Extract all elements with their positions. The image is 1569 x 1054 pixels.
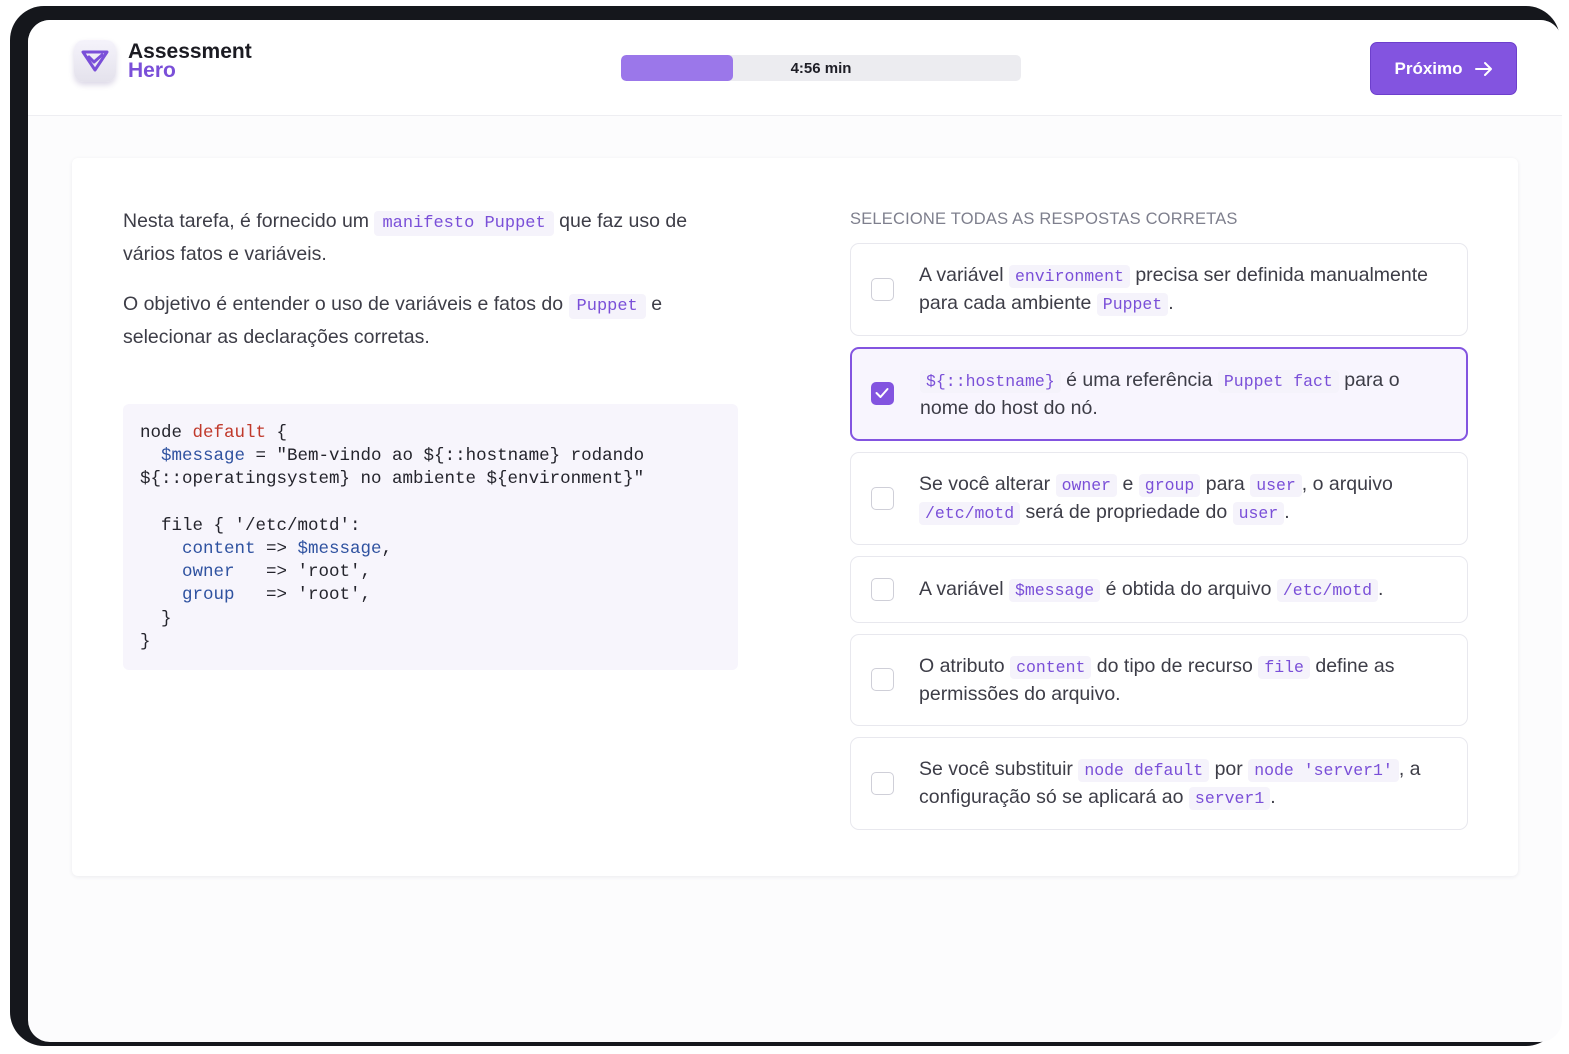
- option-text-part: A variável: [919, 577, 1004, 600]
- code-token: }: [140, 608, 172, 629]
- code-token: =>: [255, 539, 298, 560]
- code-token: = "Bem-vindo ao ${::hostname} rodando: [245, 446, 645, 467]
- option-text-part: , o arquivo: [1301, 472, 1393, 495]
- code-variable: $message: [297, 539, 382, 560]
- shield-check-icon: [81, 50, 109, 72]
- inline-code: owner: [1055, 473, 1118, 497]
- inline-code: ${::hostname}: [920, 370, 1061, 393]
- code-attribute: owner: [182, 562, 235, 583]
- option-text-part: Se você alterar: [919, 472, 1051, 495]
- device-frame: Assessment Hero 4:56 min Próximo Nesta t…: [10, 6, 1562, 1046]
- timer-label: 4:56 min: [790, 59, 852, 77]
- option-text-part: será de propriedade do: [1025, 500, 1228, 523]
- inline-code: user: [1232, 501, 1285, 525]
- inline-code: manifesto Puppet: [374, 211, 554, 236]
- option-text: A variável $message é obtida do arquivo …: [919, 576, 1383, 604]
- inline-code: Puppet: [1096, 292, 1169, 316]
- option-text-part: .: [1270, 785, 1276, 808]
- task-paragraph-1: Nesta tarefa, é fornecido um manifesto P…: [123, 206, 743, 269]
- option-text: A variável environment precisa ser defin…: [919, 262, 1449, 318]
- option-checkbox-checked[interactable]: [871, 382, 894, 405]
- code-token: => 'root',: [234, 562, 372, 583]
- option-text-part: e: [1122, 472, 1134, 495]
- task-description: Nesta tarefa, é fornecido um manifesto P…: [123, 206, 743, 670]
- inline-code: Puppet: [568, 294, 646, 319]
- option-text-part: .: [1168, 291, 1174, 314]
- option-checkbox[interactable]: [871, 277, 894, 301]
- option-text-part: do tipo de recurso: [1096, 655, 1253, 677]
- option-text-part: é obtida do arquivo: [1105, 577, 1272, 600]
- inline-code: environment: [1008, 264, 1130, 288]
- option-checkbox[interactable]: [871, 668, 894, 691]
- logo-line-2: Hero: [128, 59, 176, 82]
- option-text: ${::hostname} é uma referência Puppet fa…: [920, 367, 1448, 421]
- checkmark-icon: [875, 388, 889, 398]
- answer-option-6[interactable]: Se você substituir node default por node…: [850, 737, 1468, 830]
- code-block: node default { $message = "Bem-vindo ao …: [123, 404, 738, 670]
- code-token: ,: [381, 539, 393, 560]
- code-keyword: default: [192, 423, 267, 443]
- option-text-part: é uma referência: [1066, 369, 1213, 391]
- option-text-part: .: [1378, 577, 1384, 600]
- next-button-label: Próximo: [1394, 58, 1463, 78]
- option-text: Se você alterar owner e group para user,…: [919, 471, 1449, 527]
- answer-option-4[interactable]: A variável $message é obtida do arquivo …: [850, 556, 1468, 623]
- task-text: O objetivo é entender o uso de variáveis…: [123, 293, 564, 315]
- option-checkbox[interactable]: [871, 486, 894, 510]
- answer-option-2[interactable]: ${::hostname} é uma referência Puppet fa…: [850, 347, 1468, 441]
- inline-code: group: [1138, 473, 1201, 497]
- inline-code: Puppet fact: [1217, 370, 1339, 393]
- option-text: Se você substituir node default por node…: [919, 756, 1449, 812]
- code-attribute: content: [182, 539, 256, 560]
- arrow-right-icon: [1474, 61, 1492, 76]
- option-text-part: Se você substituir: [919, 757, 1073, 780]
- option-text-part: A variável: [919, 263, 1004, 286]
- top-header: Assessment Hero 4:56 min Próximo: [28, 20, 1562, 116]
- option-checkbox[interactable]: [871, 771, 894, 795]
- option-text-part: por: [1214, 757, 1243, 780]
- option-text: O atributo content do tipo de recurso fi…: [919, 653, 1449, 707]
- instruction-label: SELECIONE TODAS AS RESPOSTAS CORRETAS: [850, 210, 1238, 228]
- logo: Assessment Hero: [74, 40, 252, 82]
- code-token: {: [266, 423, 288, 443]
- inline-code: file: [1258, 656, 1310, 679]
- task-paragraph-2: O objetivo é entender o uso de variáveis…: [123, 289, 743, 352]
- inline-code: content: [1010, 656, 1092, 679]
- code-variable: $message: [161, 446, 246, 467]
- inline-code: node default: [1078, 758, 1210, 782]
- answer-options: SELECIONE TODAS AS RESPOSTAS CORRETAS A …: [850, 210, 1468, 841]
- code-token: node: [140, 423, 193, 443]
- answer-option-5[interactable]: O atributo content do tipo de recurso fi…: [850, 634, 1468, 726]
- inline-code: /etc/motd: [919, 501, 1021, 525]
- task-text: Nesta tarefa, é fornecido um: [123, 210, 370, 232]
- option-text-part: para: [1205, 472, 1245, 495]
- code-attribute: group: [182, 585, 235, 606]
- answer-option-1[interactable]: A variável environment precisa ser defin…: [850, 243, 1468, 336]
- next-button[interactable]: Próximo: [1370, 42, 1517, 95]
- app-screen: Assessment Hero 4:56 min Próximo Nesta t…: [28, 20, 1562, 1042]
- option-text-part: O atributo: [919, 655, 1005, 677]
- code-token: => 'root',: [234, 585, 372, 606]
- code-token: }: [140, 631, 151, 652]
- option-checkbox[interactable]: [871, 577, 894, 601]
- question-card: Nesta tarefa, é fornecido um manifesto P…: [72, 158, 1518, 876]
- inline-code: user: [1250, 473, 1302, 497]
- logo-text: Assessment Hero: [128, 41, 252, 82]
- logo-badge: [74, 40, 116, 82]
- answer-option-3[interactable]: Se você alterar owner e group para user,…: [850, 452, 1468, 545]
- code-token: file { '/etc/motd':: [140, 515, 361, 536]
- inline-code: node 'server1': [1248, 758, 1399, 782]
- code-token: ${::operatingsystem} no ambiente ${envir…: [140, 469, 645, 490]
- inline-code: $message: [1008, 578, 1101, 602]
- timer-progress-bar: 4:56 min: [621, 55, 1021, 81]
- option-text-part: .: [1284, 500, 1290, 523]
- inline-code: server1: [1188, 786, 1271, 810]
- inline-code: /etc/motd: [1276, 578, 1379, 602]
